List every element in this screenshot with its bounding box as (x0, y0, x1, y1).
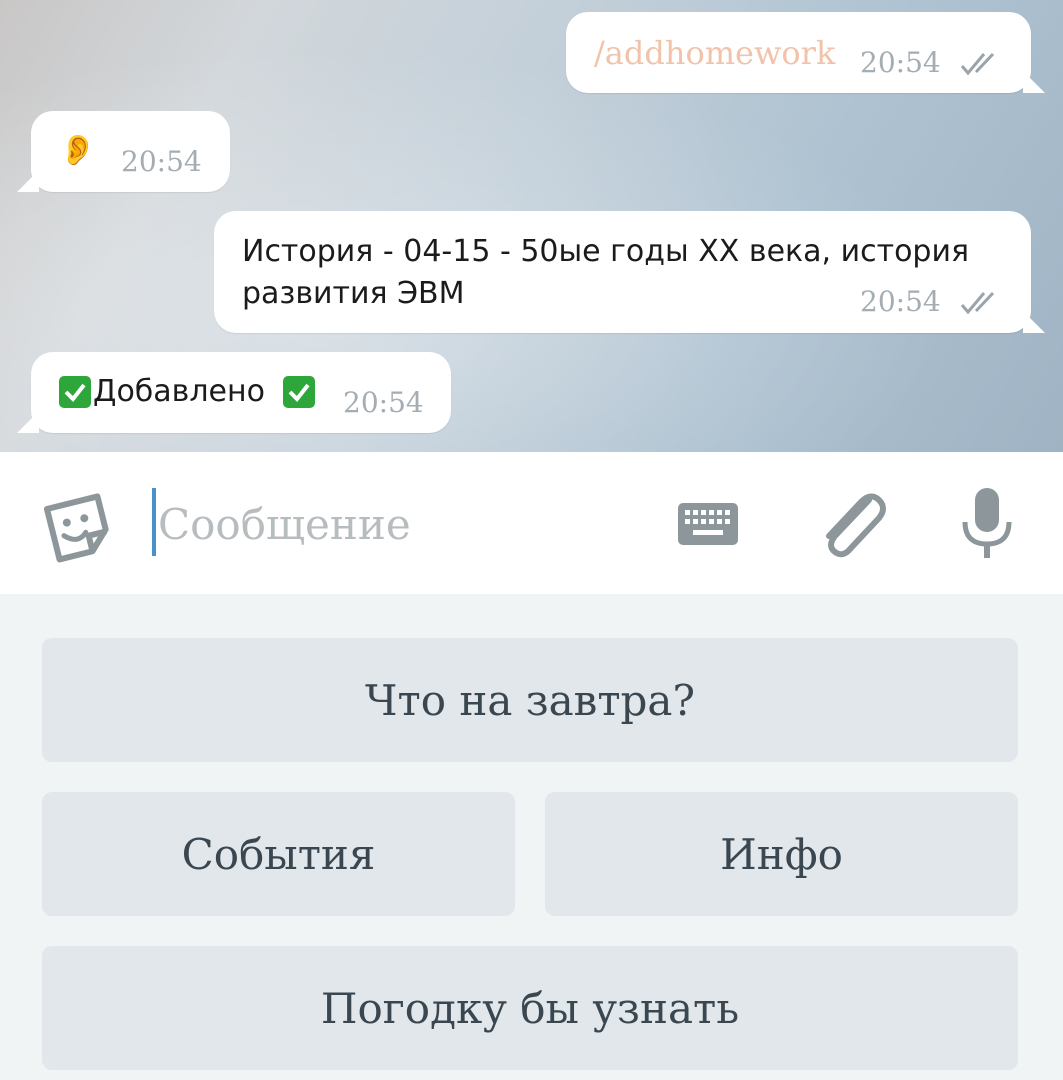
message-input[interactable] (158, 494, 638, 554)
check-mark-emoji (59, 376, 91, 408)
keyboard-icon[interactable] (677, 502, 739, 546)
double-check-icon (960, 52, 995, 76)
keyboard-button-events[interactable]: События (42, 792, 515, 916)
message-text-line1: История - 04-15 - 50ые годы XX века, ист… (242, 234, 970, 269)
keyboard-button-weather[interactable]: Погодку бы узнать (42, 946, 1018, 1070)
message-bubble-outgoing[interactable]: /addhomework 20:54 (566, 12, 1031, 93)
message-composer (0, 452, 1063, 594)
keyboard-button-tomorrow[interactable]: Что на завтра? (42, 638, 1018, 762)
bot-command-link[interactable]: /addhomework (594, 34, 835, 72)
message-time: 20:54 (121, 145, 202, 178)
message-bubble-incoming[interactable]: 👂 20:54 (31, 111, 230, 192)
message-text: Добавлено (93, 374, 265, 409)
message-time: 20:54 (860, 285, 941, 318)
paperclip-icon[interactable] (815, 486, 889, 562)
message-time: 20:54 (860, 46, 941, 79)
message-bubble-outgoing[interactable]: История - 04-15 - 50ые годы XX века, ист… (214, 211, 1031, 333)
message-bubble-incoming[interactable]: Добавлено 20:54 (31, 352, 451, 433)
microphone-icon[interactable] (960, 486, 1014, 562)
sticker-smiley-icon[interactable] (38, 486, 118, 566)
bot-reply-keyboard: Что на завтра? События Инфо Погодку бы у… (0, 594, 1063, 1080)
message-time: 20:54 (343, 386, 424, 419)
message-text-line2: развития ЭВМ (242, 276, 465, 311)
ear-emoji: 👂 (59, 134, 97, 167)
text-caret (152, 488, 156, 556)
double-check-icon (960, 291, 995, 315)
chat-area: /addhomework 20:54 👂 20:54 История - 04-… (0, 0, 1063, 452)
keyboard-button-info[interactable]: Инфо (545, 792, 1018, 916)
check-mark-emoji (283, 376, 315, 408)
